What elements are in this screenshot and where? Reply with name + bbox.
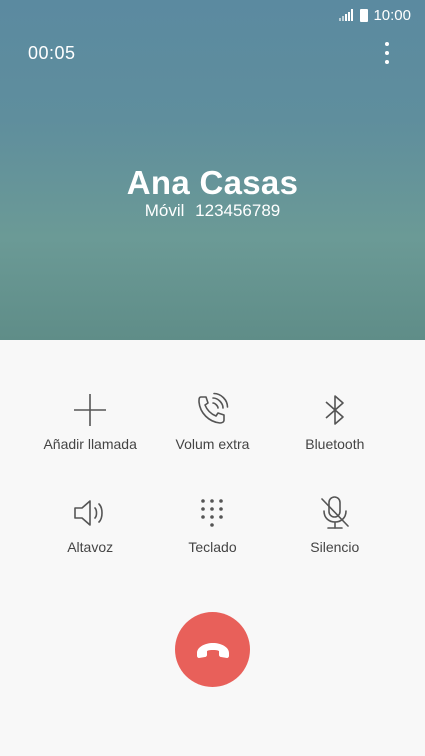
bluetooth-button[interactable]: Bluetooth (274, 390, 396, 493)
call-header: 10:00 00:05 Ana Casas Móvil 123456789 (0, 0, 425, 340)
speaker-label: Altavoz (67, 539, 114, 555)
extra-volume-label: Volum extra (175, 436, 250, 452)
caller-number-row: Móvil 123456789 (0, 201, 425, 221)
signal-icon (339, 9, 355, 21)
phone-number: 123456789 (195, 201, 281, 220)
mic-off-icon (315, 493, 355, 533)
speaker-button[interactable]: Altavoz (29, 493, 151, 596)
add-call-label: Añadir llamada (43, 436, 137, 452)
plus-icon (70, 390, 110, 430)
action-row: Añadir llamada Volum extra Bluetooth (0, 390, 425, 493)
mute-label: Silencio (310, 539, 360, 555)
mute-button[interactable]: Silencio (274, 493, 396, 596)
action-row: Altavoz Teclado Silencio (0, 493, 425, 596)
keypad-button[interactable]: Teclado (151, 493, 273, 596)
call-actions: Añadir llamada Volum extra Bluetooth Alt… (0, 390, 425, 596)
bluetooth-label: Bluetooth (305, 436, 365, 452)
battery-icon (360, 8, 369, 22)
extra-volume-button[interactable]: Volum extra (151, 390, 273, 493)
speaker-icon (70, 493, 110, 533)
keypad-icon (192, 493, 232, 533)
status-time: 10:00 (373, 6, 411, 24)
phone-volume-icon (192, 390, 232, 430)
keypad-label: Teclado (188, 539, 237, 555)
hang-up-icon (196, 642, 229, 658)
add-call-button[interactable]: Añadir llamada (29, 390, 151, 493)
call-duration: 00:05 (28, 43, 76, 63)
number-type: Móvil (144, 201, 185, 220)
end-call-button[interactable] (175, 612, 250, 687)
bluetooth-icon (315, 390, 355, 430)
status-bar: 10:00 (339, 5, 411, 25)
caller-name: Ana Casas (126, 164, 299, 201)
more-options-icon[interactable] (383, 42, 391, 64)
call-screen: 10:00 00:05 Ana Casas Móvil 123456789 Añ… (0, 0, 425, 756)
